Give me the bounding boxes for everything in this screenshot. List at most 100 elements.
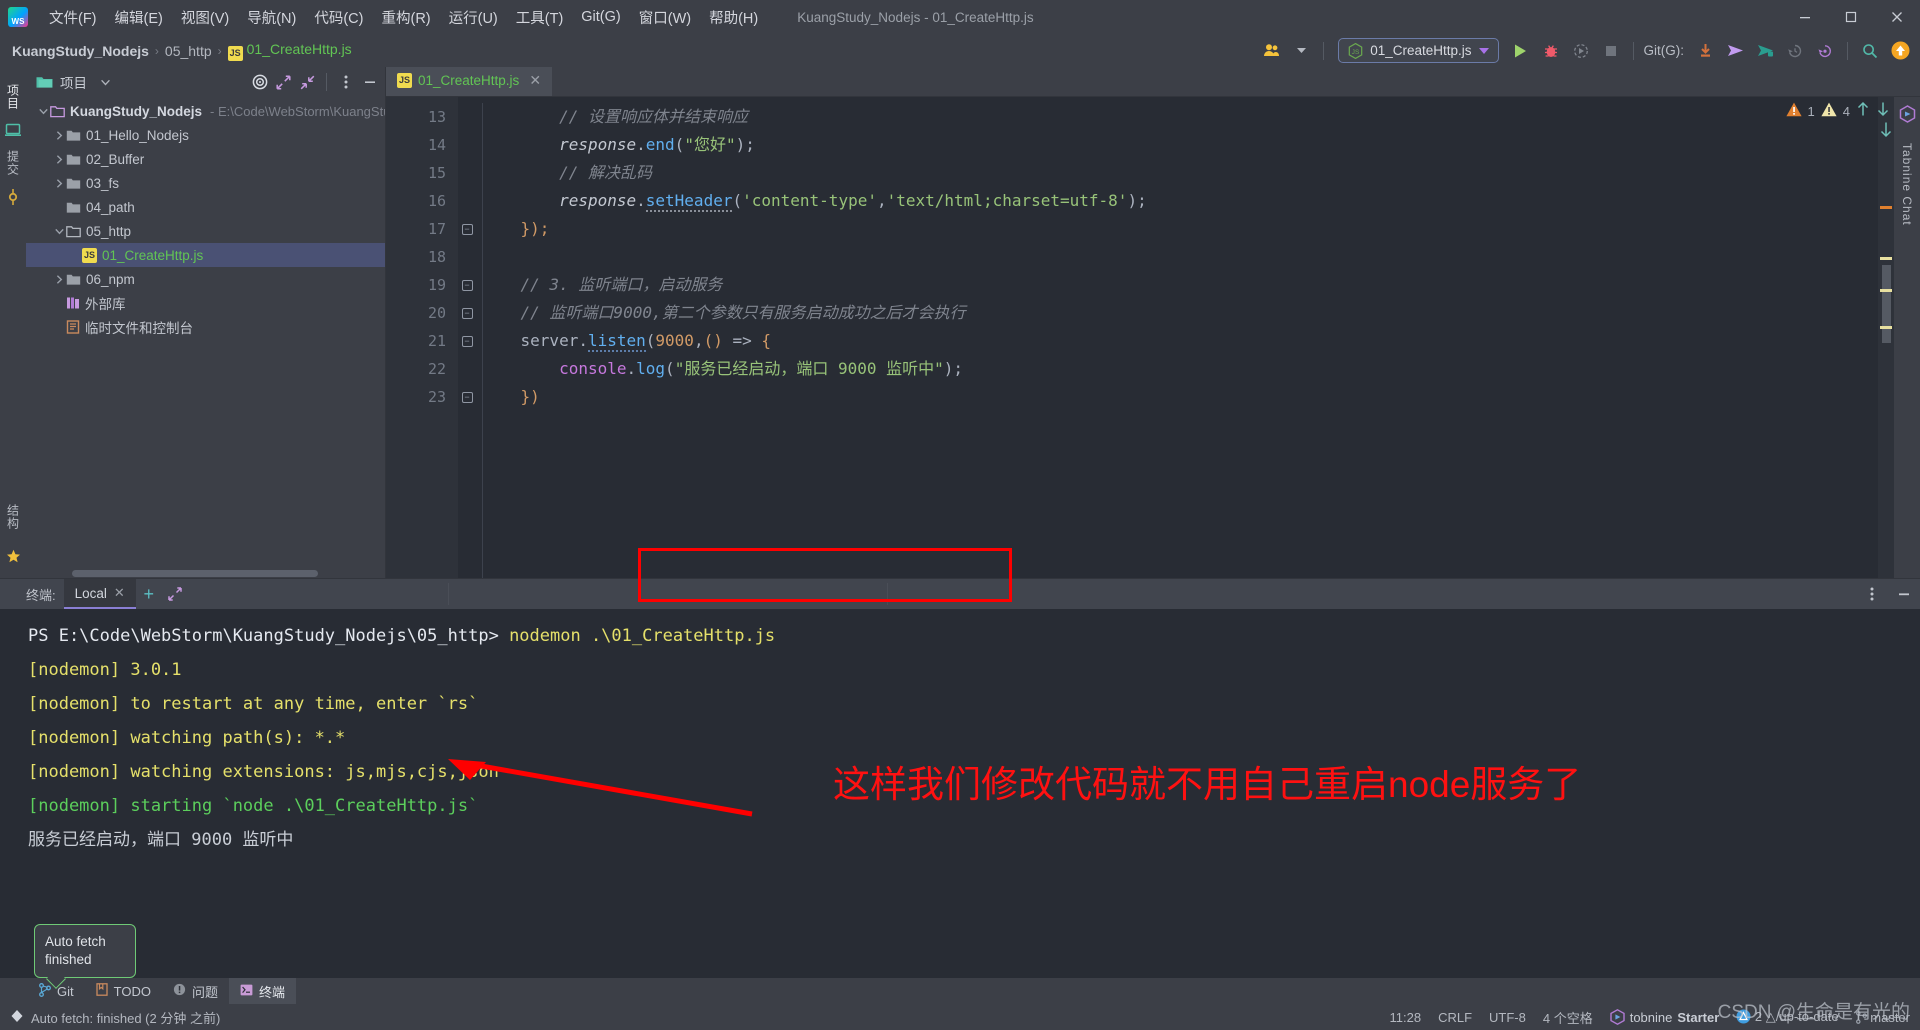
options-menu-icon[interactable] [334,71,357,94]
line-separator[interactable]: CRLF [1438,1010,1472,1025]
tabnine-status[interactable]: tobnine Starter [1610,1009,1719,1025]
breadcrumb-file-group[interactable]: JS 01_CreateHttp.js [227,41,352,61]
tree-node-root[interactable]: KuangStudy_Nodejs - E:\Code\WebStorm\Kua… [26,99,385,123]
sidebar-item-tabnine-chat[interactable]: Tabnine Chat [1900,136,1914,233]
updates-available-icon[interactable] [1886,38,1914,64]
hide-panel-icon[interactable] [358,71,381,94]
inspection-widget[interactable]: 1 4 [1785,101,1890,122]
next-problem-icon[interactable] [1876,101,1890,122]
event-log-icon[interactable] [10,1009,24,1026]
code-editor[interactable]: 13 14 15 16 17 18 19 20 21 22 23 − − − −… [386,97,1920,578]
marker-error[interactable] [1880,206,1892,209]
chevron-down-icon[interactable] [52,228,66,235]
chevron-right-icon[interactable] [52,178,66,188]
js-file-icon: JS [397,73,412,88]
services-icon[interactable] [5,123,21,137]
indent-setting[interactable]: 4 个空格 [1543,1008,1593,1027]
menu-view[interactable]: 视图(V) [172,3,238,32]
chevron-right-icon[interactable] [52,274,66,284]
tree-node-02-buffer[interactable]: 02_Buffer [26,147,385,171]
tree-node-03-fs[interactable]: 03_fs [26,171,385,195]
file-encoding[interactable]: UTF-8 [1489,1010,1526,1025]
close-icon[interactable]: ✕ [114,585,125,601]
menu-run[interactable]: 运行(U) [440,3,507,32]
options-menu-icon[interactable] [1856,579,1888,609]
tool-tab-terminal[interactable]: 终端 [228,978,296,1004]
fold-start-marker-icon[interactable]: − [458,271,476,299]
menu-code[interactable]: 代码(C) [305,3,372,32]
marker-warning[interactable] [1880,257,1892,260]
hide-panel-icon[interactable] [1888,579,1920,609]
tree-node-01-hello-nodejs[interactable]: 01_Hello_Nodejs [26,123,385,147]
code-text-area[interactable]: // 设置响应体并结束响应 response.end("您好"); // 解决乱… [476,97,1878,578]
git-history-icon[interactable] [1781,38,1809,64]
chevron-right-icon[interactable] [52,130,66,140]
menu-tools[interactable]: 工具(T) [507,3,573,32]
terminal-tab-local[interactable]: Local ✕ [63,579,136,609]
tool-tab-problems[interactable]: 问题 [162,978,229,1004]
minimize-button[interactable] [1782,0,1828,34]
menu-navigate[interactable]: 导航(N) [238,3,305,32]
commit-node-icon[interactable] [7,189,19,205]
navigation-toolbar: KuangStudy_Nodejs › 05_http › JS 01_Creat… [0,34,1920,67]
tree-node-06-npm[interactable]: 06_npm [26,267,385,291]
tree-node-05-http[interactable]: 05_http [26,219,385,243]
fold-end-marker-icon[interactable]: − [458,383,476,411]
run-configuration-selector[interactable]: JS 01_CreateHttp.js [1338,38,1499,63]
git-push-icon[interactable] [1721,38,1749,64]
new-terminal-tab-icon[interactable]: + [136,579,162,609]
close-icon[interactable]: ✕ [529,72,541,89]
breadcrumb-folder[interactable]: 05_http [165,43,212,59]
close-button[interactable] [1874,0,1920,34]
collaborate-dropdown-icon[interactable] [1287,38,1315,64]
menu-help[interactable]: 帮助(H) [700,3,767,32]
marker-warning[interactable] [1880,326,1892,329]
previous-problem-icon[interactable] [1856,101,1870,122]
expand-all-icon[interactable] [272,71,295,94]
fold-end-marker-icon[interactable]: − [458,215,476,243]
menu-refactor[interactable]: 重构(R) [372,3,439,32]
project-tree-horizontal-scrollbar[interactable] [72,570,318,577]
terminal-panel-label: 终端: [26,587,56,603]
editor-tab-01-createhttp-js[interactable]: JS 01_CreateHttp.js ✕ [386,67,553,96]
fold-start-marker-icon[interactable]: − [458,327,476,355]
expand-terminal-icon[interactable] [162,579,188,609]
breadcrumb-project[interactable]: KuangStudy_Nodejs [12,43,149,59]
menu-file[interactable]: 文件(F) [40,3,106,32]
run-with-coverage-icon[interactable] [1567,38,1595,64]
select-opened-file-icon[interactable] [248,71,271,94]
tree-node-04-path[interactable]: 04_path [26,195,385,219]
scrollbar-thumb[interactable] [1882,265,1891,343]
sidebar-item-commit[interactable]: 提交 [5,143,22,183]
marker-warning[interactable] [1880,289,1892,292]
sidebar-item-project[interactable]: 项目 [5,77,22,117]
search-everywhere-icon[interactable] [1856,38,1884,64]
editor-marker-scrollbar[interactable] [1878,97,1894,578]
maximize-button[interactable] [1828,0,1874,34]
project-tree[interactable]: KuangStudy_Nodejs - E:\Code\WebStorm\Kua… [26,97,385,578]
project-dropdown-icon[interactable] [94,71,117,94]
debug-icon[interactable] [1537,38,1565,64]
fold-end-marker-icon[interactable]: − [458,299,476,327]
git-pull-icon[interactable] [1691,38,1719,64]
bookmarks-star-icon[interactable] [6,549,21,564]
tree-node-01-createhttp-js[interactable]: JS 01_CreateHttp.js [26,243,385,267]
chevron-right-icon[interactable] [52,154,66,164]
menu-git[interactable]: Git(G) [572,5,629,29]
caret-position[interactable]: 11:28 [1390,1010,1422,1025]
git-rollback-icon[interactable] [1811,38,1839,64]
stop-icon[interactable] [1597,38,1625,64]
tree-node-external-libraries[interactable]: 外部库 [26,291,385,315]
tool-tab-todo[interactable]: TODO [85,978,162,1004]
tabnine-icon[interactable] [1899,105,1916,128]
menu-edit[interactable]: 编辑(E) [106,3,172,32]
menu-window[interactable]: 窗口(W) [630,3,700,32]
sidebar-item-structure[interactable]: 结构 [5,497,22,537]
collaborate-icon[interactable] [1257,38,1285,64]
git-commit-icon[interactable] [1751,38,1779,64]
run-icon[interactable] [1507,38,1535,64]
code-folding-gutter[interactable]: − − − − − [458,97,476,578]
collapse-all-icon[interactable] [296,71,319,94]
tree-node-scratches-and-consoles[interactable]: 临时文件和控制台 [26,315,385,339]
chevron-down-icon[interactable] [36,108,50,115]
